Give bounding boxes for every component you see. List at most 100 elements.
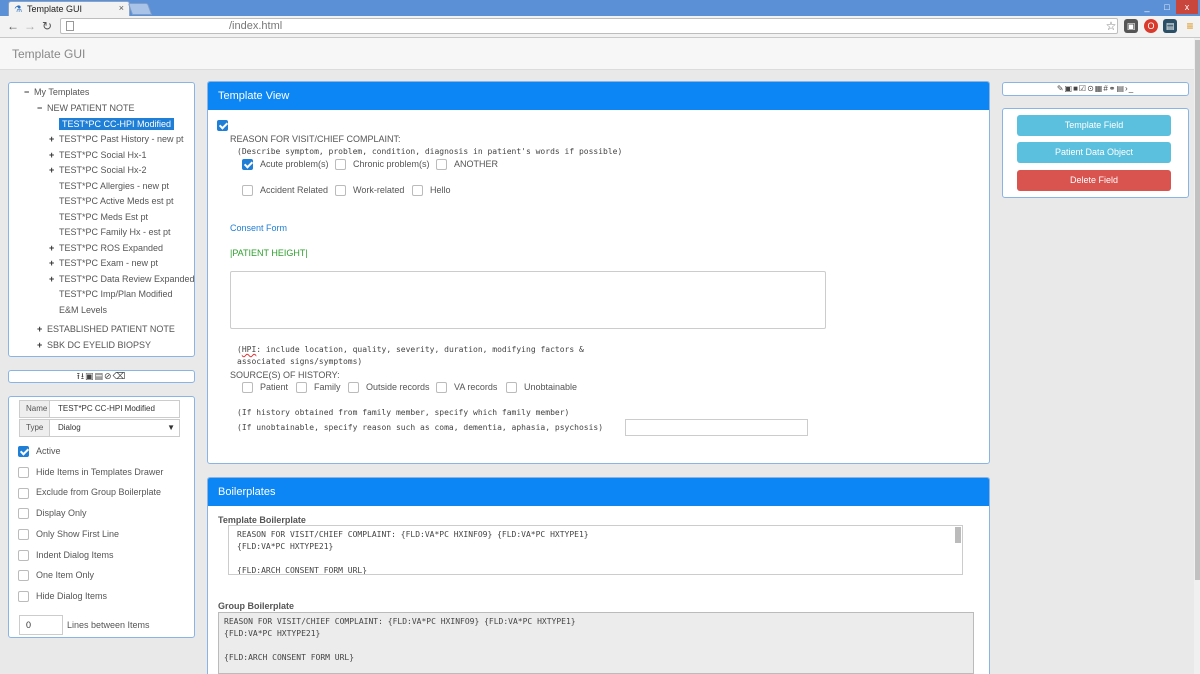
- save-icon[interactable]: ▤: [95, 371, 105, 381]
- reason-desc: (Describe symptom, problem, condition, d…: [237, 147, 623, 156]
- property-checkbox[interactable]: Indent Dialog Items: [18, 550, 114, 561]
- consent-form-link[interactable]: Consent Form: [230, 223, 287, 233]
- template-boilerplate-label: Template Boilerplate: [218, 515, 306, 525]
- reload-icon[interactable]: ↻: [40, 18, 54, 34]
- checkbox[interactable]: [18, 508, 29, 520]
- collapse-icon[interactable]: −: [24, 87, 34, 97]
- property-checkbox[interactable]: Only Show First Line: [18, 529, 119, 540]
- checkbox-label: Indent Dialog Items: [36, 549, 114, 560]
- name-field[interactable]: Name TEST*PC CC-HPI Modified: [19, 400, 180, 418]
- new-tab-button[interactable]: [127, 3, 153, 15]
- patient-data-object-button[interactable]: Patient Data Object: [1017, 142, 1171, 163]
- property-checkbox[interactable]: One Item Only: [18, 570, 94, 582]
- forward-icon[interactable]: →: [23, 18, 37, 34]
- property-checkbox[interactable]: Display Only: [18, 508, 87, 520]
- lines-between-input[interactable]: 0: [19, 615, 63, 635]
- tree-item[interactable]: TEST*PC Imp/Plan Modified: [59, 289, 173, 299]
- minimize-button[interactable]: _: [1138, 0, 1156, 14]
- checkbox[interactable]: [18, 549, 29, 561]
- hpi-note-line2: associated signs/symptoms): [237, 357, 363, 366]
- hello-checkbox[interactable]: Hello: [412, 185, 451, 197]
- tree-item-label: TEST*PC Allergies - new pt: [59, 181, 170, 191]
- scrollbar[interactable]: [955, 527, 961, 543]
- source-unobtainable-checkbox[interactable]: Unobtainable: [506, 382, 577, 394]
- another-checkbox[interactable]: ANOTHER: [436, 159, 498, 171]
- extension-icon[interactable]: ▣: [1124, 19, 1138, 33]
- unobtainable-reason-input[interactable]: [625, 419, 808, 436]
- checkbox[interactable]: [18, 591, 29, 603]
- property-checkbox[interactable]: Hide Dialog Items: [18, 591, 107, 603]
- star-icon[interactable]: ☆: [1104, 19, 1118, 33]
- url-text: /index.html: [229, 20, 283, 32]
- close-window-button[interactable]: x: [1176, 0, 1198, 14]
- tree-item[interactable]: E&M Levels: [59, 305, 107, 315]
- checkbox[interactable]: [18, 528, 29, 540]
- tree-item-label: TEST*PC Social Hx-2: [59, 165, 147, 175]
- page-scrollbar-thumb[interactable]: [1195, 40, 1200, 580]
- chevron-down-icon[interactable]: ▼: [167, 420, 175, 436]
- work-related-checkbox[interactable]: Work-related: [335, 185, 404, 197]
- template-boilerplate-textarea[interactable]: REASON FOR VISIT/CHIEF COMPLAINT: {FLD:V…: [228, 525, 963, 575]
- property-checkbox[interactable]: Active: [18, 446, 61, 458]
- collapse-icon[interactable]: −: [37, 103, 47, 113]
- tree-item[interactable]: + TEST*PC Data Review Expanded: [49, 274, 195, 284]
- chronic-problem-checkbox[interactable]: Chronic problem(s): [335, 159, 430, 171]
- tab-title: Template GUI: [27, 4, 83, 14]
- tree-item[interactable]: + TEST*PC Social Hx-2: [49, 165, 147, 175]
- expand-icon[interactable]: +: [49, 243, 59, 253]
- reason-checkbox[interactable]: [217, 120, 235, 132]
- extension-icon[interactable]: ▤: [1163, 19, 1177, 33]
- property-checkbox[interactable]: Exclude from Group Boilerplate: [18, 487, 161, 499]
- source-va-records-checkbox[interactable]: VA records: [436, 382, 497, 394]
- tree-item[interactable]: + TEST*PC ROS Expanded: [49, 243, 163, 253]
- expand-icon[interactable]: +: [49, 258, 59, 268]
- expand-icon[interactable]: +: [37, 340, 47, 350]
- tree-item[interactable]: TEST*PC Family Hx - est pt: [59, 227, 171, 237]
- browser-tab[interactable]: ⚗ Template GUI ×: [8, 1, 130, 16]
- maximize-button[interactable]: □: [1158, 0, 1176, 14]
- tree-item[interactable]: TEST*PC CC-HPI Modified: [59, 118, 175, 130]
- menu-icon[interactable]: ≡: [1183, 19, 1197, 33]
- source-patient-checkbox[interactable]: Patient: [242, 382, 288, 394]
- type-value[interactable]: Dialog: [58, 420, 81, 436]
- tree-item[interactable]: + ESTABLISHED PATIENT NOTE: [37, 324, 175, 334]
- tree-item[interactable]: − NEW PATIENT NOTE: [37, 103, 135, 113]
- hpi-textarea[interactable]: [230, 271, 826, 329]
- source-outside-records-checkbox[interactable]: Outside records: [348, 382, 430, 394]
- acute-problem-checkbox[interactable]: Acute problem(s): [242, 159, 329, 171]
- expand-icon[interactable]: +: [49, 274, 59, 284]
- trash-icon[interactable]: ⌫: [113, 371, 127, 381]
- patient-height-field: |PATIENT HEIGHT|: [230, 248, 308, 258]
- tree-toolbar[interactable]: ⭱⭳▣▤⊘⌫: [8, 370, 195, 383]
- opera-icon[interactable]: O: [1144, 19, 1158, 33]
- tree-item[interactable]: + SBK DC EYELID BIOPSY: [37, 340, 151, 350]
- checkbox[interactable]: [18, 466, 29, 478]
- address-bar[interactable]: /index.html: [60, 18, 1118, 34]
- tree-root[interactable]: − My Templates: [24, 87, 89, 97]
- checkbox[interactable]: [18, 446, 29, 458]
- expand-icon[interactable]: +: [37, 324, 47, 334]
- disable-icon[interactable]: ⊘: [104, 371, 113, 381]
- tree-item[interactable]: + TEST*PC Past History - new pt: [49, 134, 184, 144]
- tree-item[interactable]: + TEST*PC Exam - new pt: [49, 258, 158, 268]
- tree-item[interactable]: + TEST*PC Social Hx-1: [49, 150, 147, 160]
- tree-item[interactable]: TEST*PC Active Meds est pt: [59, 196, 174, 206]
- checkbox[interactable]: [18, 570, 29, 582]
- template-field-button[interactable]: Template Field: [1017, 115, 1171, 136]
- source-family-checkbox[interactable]: Family: [296, 382, 341, 394]
- field-type-toolbar[interactable]: ✎▣■☑⊙▦#⚭▤›_: [1002, 82, 1189, 96]
- name-value[interactable]: TEST*PC CC-HPI Modified: [58, 401, 155, 417]
- property-checkbox[interactable]: Hide Items in Templates Drawer: [18, 467, 163, 478]
- tab-close-icon[interactable]: ×: [119, 3, 124, 13]
- accident-related-checkbox[interactable]: Accident Related: [242, 185, 328, 197]
- tree-item[interactable]: TEST*PC Meds Est pt: [59, 212, 148, 222]
- expand-icon[interactable]: +: [49, 165, 59, 175]
- expand-icon[interactable]: +: [49, 150, 59, 160]
- back-icon[interactable]: ←: [6, 18, 20, 34]
- checkbox[interactable]: [18, 487, 29, 499]
- tree-item[interactable]: TEST*PC Allergies - new pt: [59, 181, 169, 191]
- expand-icon[interactable]: +: [49, 134, 59, 144]
- copy-icon[interactable]: ▣: [85, 371, 95, 381]
- type-select[interactable]: Type Dialog ▼: [19, 419, 180, 437]
- delete-field-button[interactable]: Delete Field: [1017, 170, 1171, 191]
